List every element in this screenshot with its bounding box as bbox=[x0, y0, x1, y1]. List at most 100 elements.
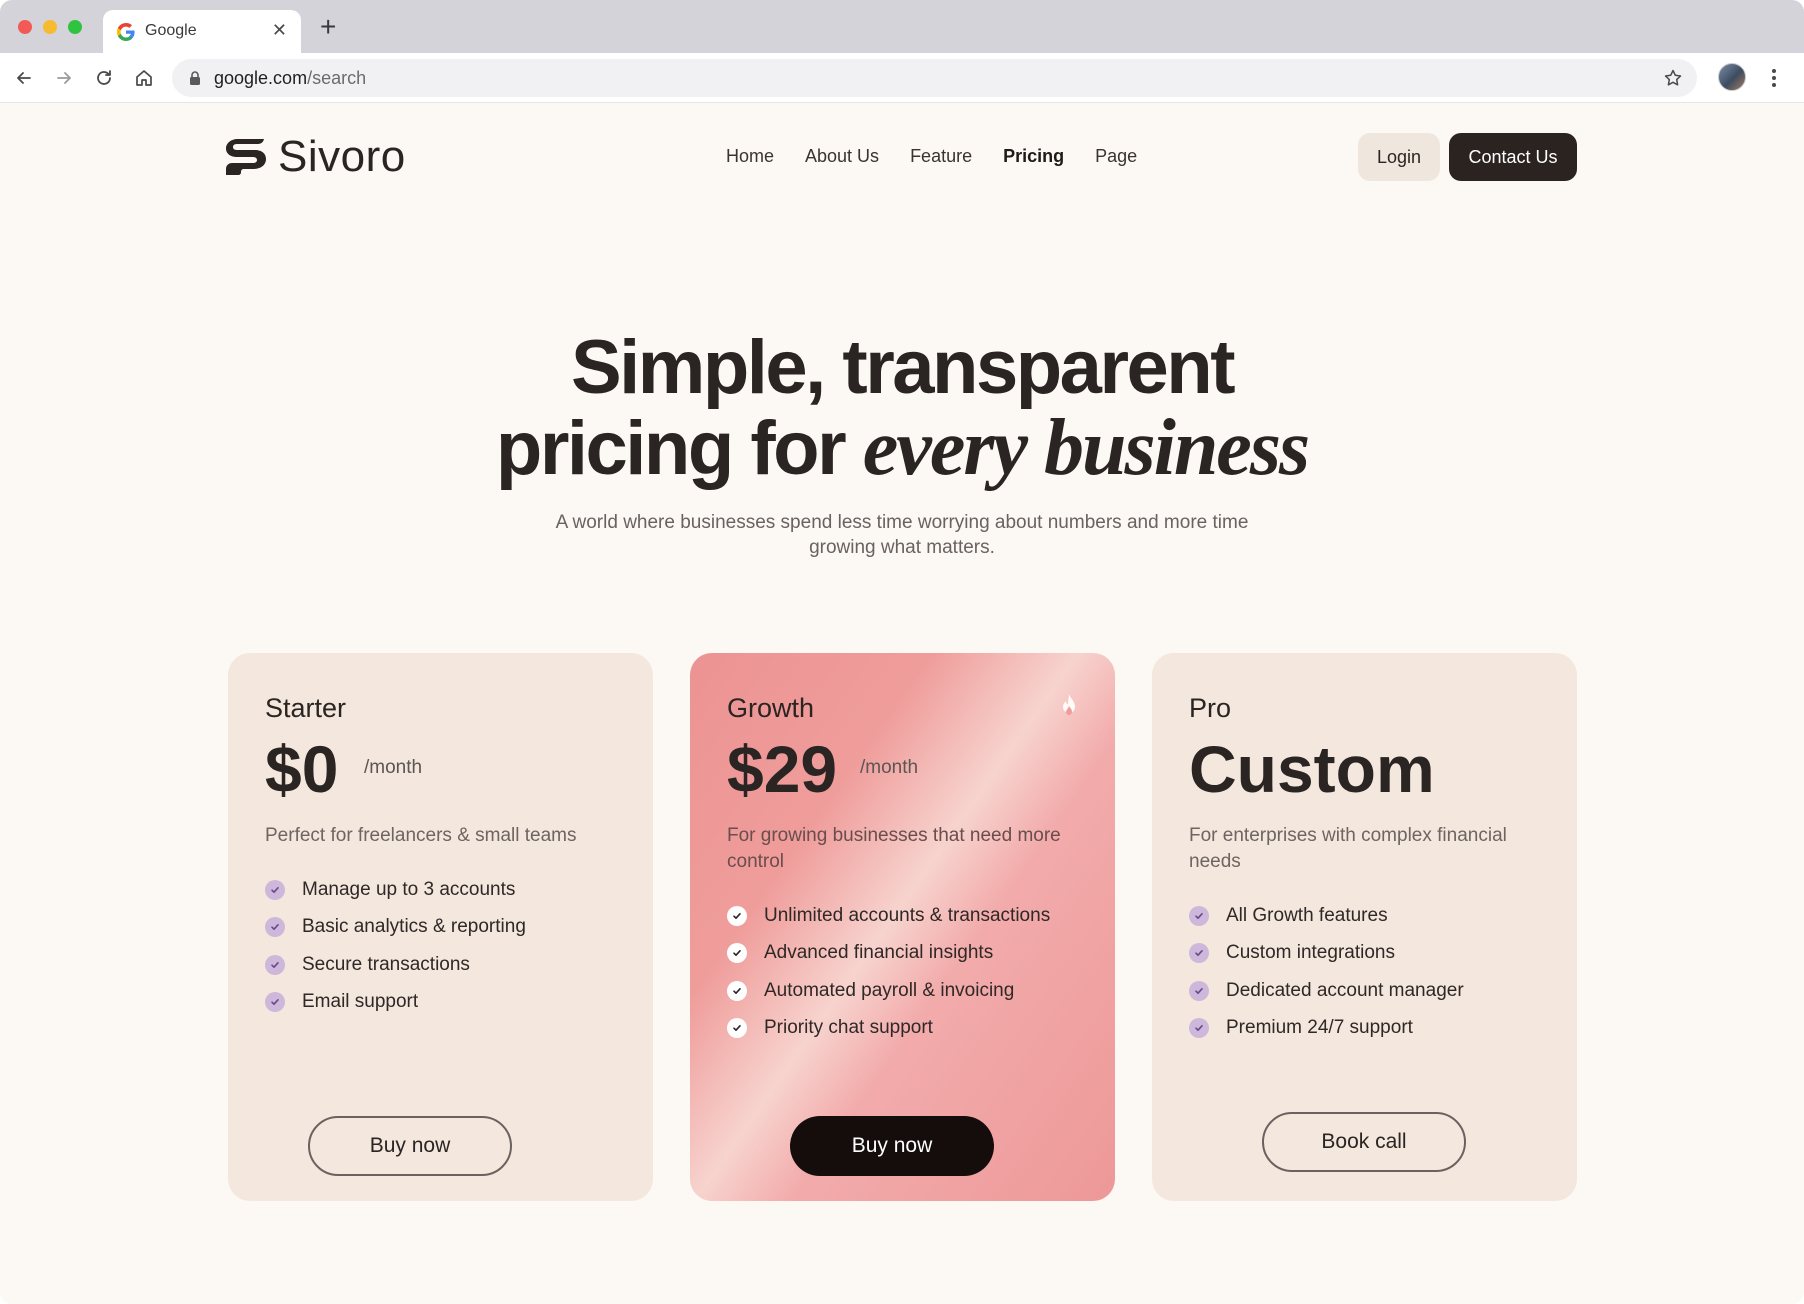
close-tab-icon[interactable]: ✕ bbox=[272, 20, 287, 40]
plan-card-growth: Growth $29 /month For growing businesses… bbox=[690, 653, 1115, 1201]
google-favicon-icon bbox=[117, 23, 135, 41]
close-window-button[interactable] bbox=[18, 20, 32, 34]
nav-item-pricing[interactable]: Pricing bbox=[1003, 146, 1064, 167]
maximize-window-button[interactable] bbox=[68, 20, 82, 34]
check-icon bbox=[265, 917, 285, 938]
plan-price: Custom bbox=[1189, 732, 1435, 806]
browser-toolbar: google.com/search bbox=[0, 53, 1804, 103]
url-domain: google.com bbox=[214, 68, 308, 88]
bookmark-star-icon[interactable] bbox=[1663, 68, 1683, 88]
reload-button[interactable] bbox=[90, 64, 118, 92]
feature-text: Dedicated account manager bbox=[1226, 979, 1464, 1001]
starter-buy-now-button[interactable]: Buy now bbox=[308, 1116, 512, 1176]
plan-period: /month bbox=[860, 757, 919, 778]
hero-title-line2: pricing for bbox=[495, 406, 863, 491]
plan-price: $29 bbox=[727, 732, 838, 806]
feature-item: Priority chat support bbox=[727, 1010, 1097, 1048]
feature-item: Advanced financial insights bbox=[727, 935, 1097, 973]
login-button[interactable]: Login bbox=[1358, 133, 1440, 181]
lock-icon bbox=[190, 71, 200, 85]
feature-item: Manage up to 3 accounts bbox=[265, 871, 635, 909]
hero-title: Simple, transparent pricing for every bu… bbox=[0, 328, 1804, 489]
hero-subtitle: A world where businesses spend less time… bbox=[555, 512, 1249, 558]
plan-name: Starter bbox=[265, 693, 347, 723]
feature-item: Email support bbox=[265, 984, 635, 1022]
home-button[interactable] bbox=[130, 64, 158, 92]
tab-title: Google bbox=[145, 22, 197, 39]
plan-description: For growing businesses that need more co… bbox=[727, 825, 1061, 872]
nav-item-page[interactable]: Page bbox=[1095, 146, 1137, 167]
check-icon bbox=[265, 954, 285, 975]
feature-text: Advanced financial insights bbox=[764, 942, 994, 964]
feature-item: Dedicated account manager bbox=[1189, 972, 1559, 1010]
check-icon bbox=[1189, 905, 1209, 926]
feature-list: Unlimited accounts & transactions Advanc… bbox=[727, 897, 1097, 1047]
check-icon bbox=[1189, 1018, 1209, 1039]
pricing-page: Sivoro Home About Us Feature Pricing Pag… bbox=[0, 103, 1804, 1304]
feature-text: Email support bbox=[302, 991, 419, 1013]
url-text: google.com/search bbox=[214, 68, 366, 89]
profile-avatar[interactable] bbox=[1718, 63, 1746, 91]
feature-text: Manage up to 3 accounts bbox=[302, 878, 516, 900]
feature-item: All Growth features bbox=[1189, 897, 1559, 935]
more-menu-icon[interactable] bbox=[1764, 65, 1784, 91]
reload-icon bbox=[97, 70, 111, 85]
feature-text: Automated payroll & invoicing bbox=[764, 979, 1015, 1001]
feature-item: Automated payroll & invoicing bbox=[727, 972, 1097, 1010]
plan-card-pro: Pro Custom For enterprises with complex … bbox=[1152, 653, 1577, 1201]
check-icon bbox=[1189, 943, 1209, 964]
nav-item-about-us[interactable]: About Us bbox=[805, 146, 879, 167]
check-icon bbox=[727, 1018, 747, 1039]
sivoro-logo-icon bbox=[226, 138, 266, 175]
feature-text: All Growth features bbox=[1226, 904, 1388, 926]
browser-window: Google ✕ + google.com/search Sivoro Home… bbox=[0, 0, 1804, 1304]
contact-us-button[interactable]: Contact Us bbox=[1449, 133, 1577, 181]
browser-tab[interactable]: Google ✕ bbox=[103, 10, 301, 53]
nav-item-feature[interactable]: Feature bbox=[910, 146, 972, 167]
feature-list: Manage up to 3 accounts Basic analytics … bbox=[265, 871, 635, 1021]
brand-name: Sivoro bbox=[278, 132, 406, 181]
feature-text: Premium 24/7 support bbox=[1226, 1017, 1413, 1039]
feature-item: Premium 24/7 support bbox=[1189, 1010, 1559, 1048]
nav-item-home[interactable]: Home bbox=[726, 146, 774, 167]
plan-name: Growth bbox=[727, 693, 815, 723]
arrow-right-icon bbox=[57, 72, 71, 84]
plan-name: Pro bbox=[1189, 693, 1232, 723]
main-nav: Home About Us Feature Pricing Page bbox=[726, 146, 1137, 167]
pro-book-call-button[interactable]: Book call bbox=[1262, 1112, 1466, 1172]
url-path: /search bbox=[307, 68, 367, 88]
back-button[interactable] bbox=[10, 64, 38, 92]
brand-logo[interactable]: Sivoro bbox=[224, 132, 406, 181]
browser-titlebar: Google ✕ + bbox=[0, 0, 1804, 53]
plan-price: $0 bbox=[265, 732, 339, 806]
plan-card-starter: Starter $0 /month Perfect for freelancer… bbox=[228, 653, 653, 1201]
plan-description: Perfect for freelancers & small teams bbox=[265, 825, 577, 846]
hero-title-line1: Simple, transparent bbox=[570, 325, 1236, 410]
feature-item: Secure transactions bbox=[265, 946, 635, 984]
check-icon bbox=[265, 879, 285, 900]
feature-list: All Growth features Custom integrations … bbox=[1189, 897, 1559, 1047]
home-icon bbox=[136, 70, 152, 86]
feature-text: Unlimited accounts & transactions bbox=[764, 904, 1051, 926]
check-icon bbox=[1189, 980, 1209, 1001]
feature-text: Secure transactions bbox=[302, 953, 470, 975]
feature-text: Custom integrations bbox=[1226, 942, 1395, 964]
feature-item: Custom integrations bbox=[1189, 935, 1559, 973]
check-icon bbox=[727, 980, 747, 1001]
feature-item: Unlimited accounts & transactions bbox=[727, 897, 1097, 935]
hero-title-italic: every business bbox=[862, 404, 1310, 492]
feature-text: Priority chat support bbox=[764, 1017, 933, 1039]
forward-button[interactable] bbox=[50, 64, 78, 92]
plan-description: For enterprises with complex financial n… bbox=[1189, 825, 1507, 872]
growth-buy-now-button[interactable]: Buy now bbox=[790, 1116, 994, 1176]
check-icon bbox=[727, 905, 747, 926]
minimize-window-button[interactable] bbox=[43, 20, 57, 34]
address-bar[interactable]: google.com/search bbox=[172, 59, 1697, 97]
plan-period: /month bbox=[364, 757, 423, 778]
feature-text: Basic analytics & reporting bbox=[302, 916, 526, 938]
arrow-left-icon bbox=[17, 72, 31, 84]
new-tab-button[interactable]: + bbox=[320, 13, 336, 41]
feature-item: Basic analytics & reporting bbox=[265, 909, 635, 947]
check-icon bbox=[265, 992, 285, 1013]
check-icon bbox=[727, 943, 747, 964]
